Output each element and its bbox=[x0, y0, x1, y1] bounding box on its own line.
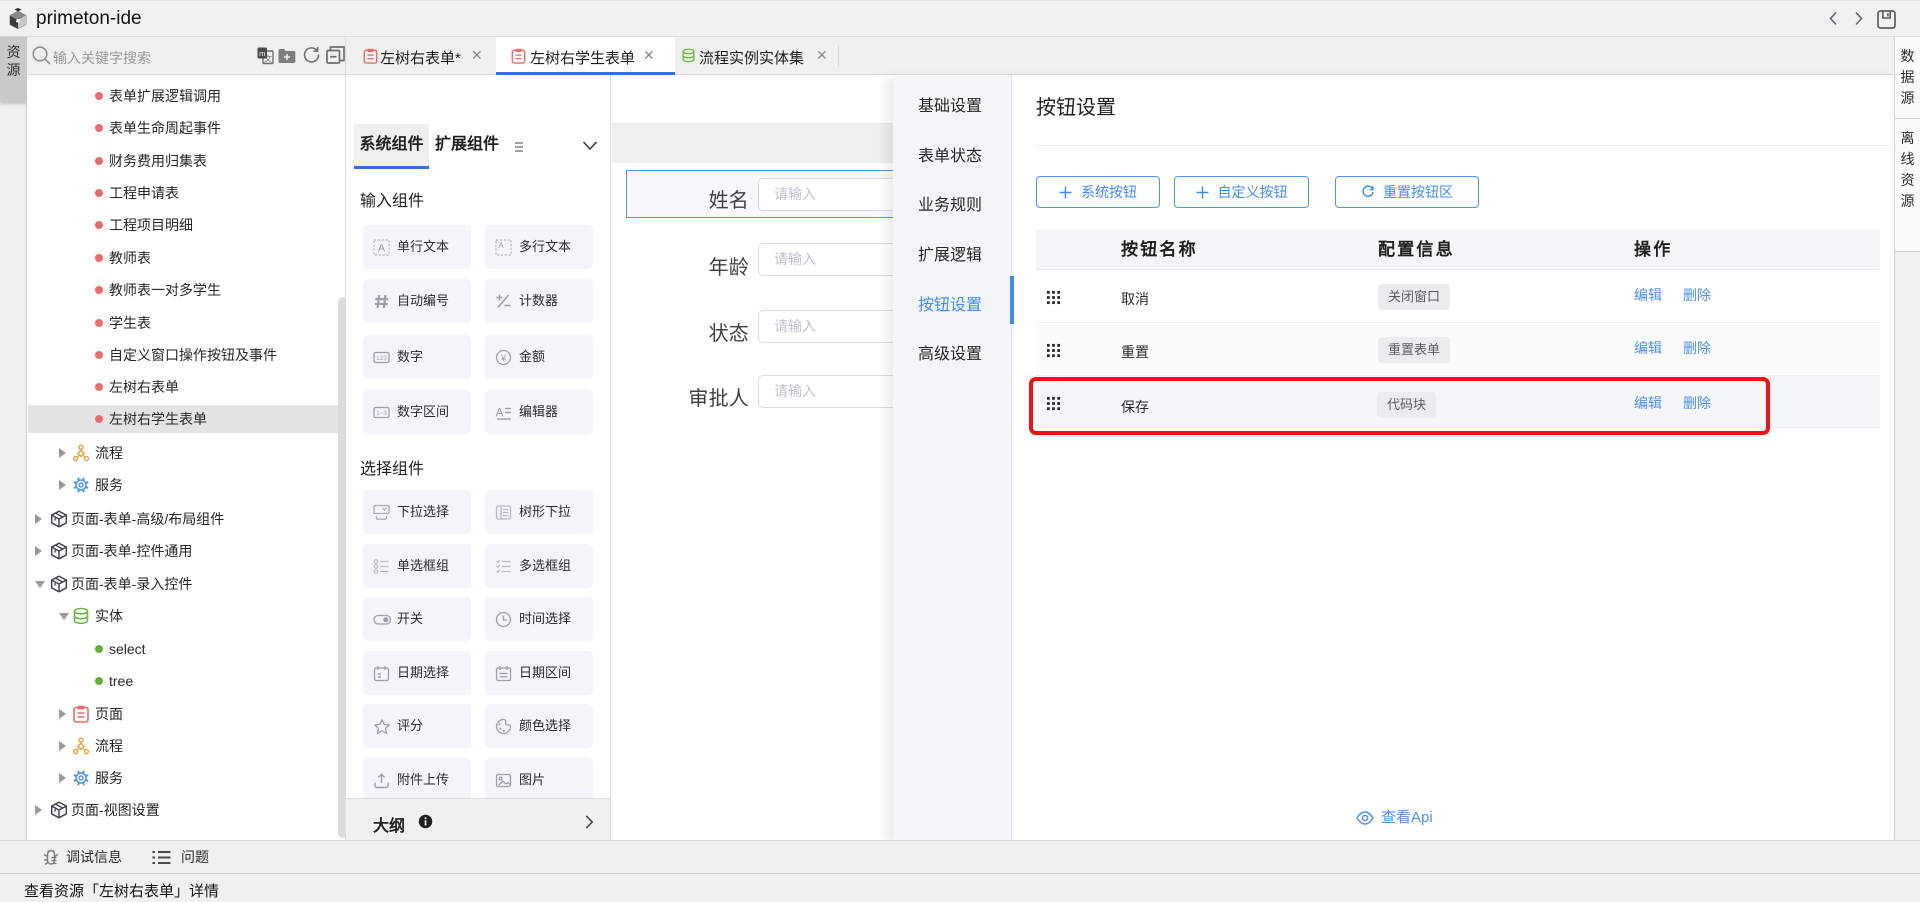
svg-text:A: A bbox=[495, 406, 503, 420]
svg-text:A: A bbox=[498, 241, 504, 250]
svg-text:m: m bbox=[259, 49, 265, 58]
svg-text:123: 123 bbox=[376, 355, 387, 362]
svg-text:A: A bbox=[378, 243, 386, 255]
svg-text:¥: ¥ bbox=[500, 353, 507, 364]
svg-text:1~3: 1~3 bbox=[376, 410, 387, 417]
